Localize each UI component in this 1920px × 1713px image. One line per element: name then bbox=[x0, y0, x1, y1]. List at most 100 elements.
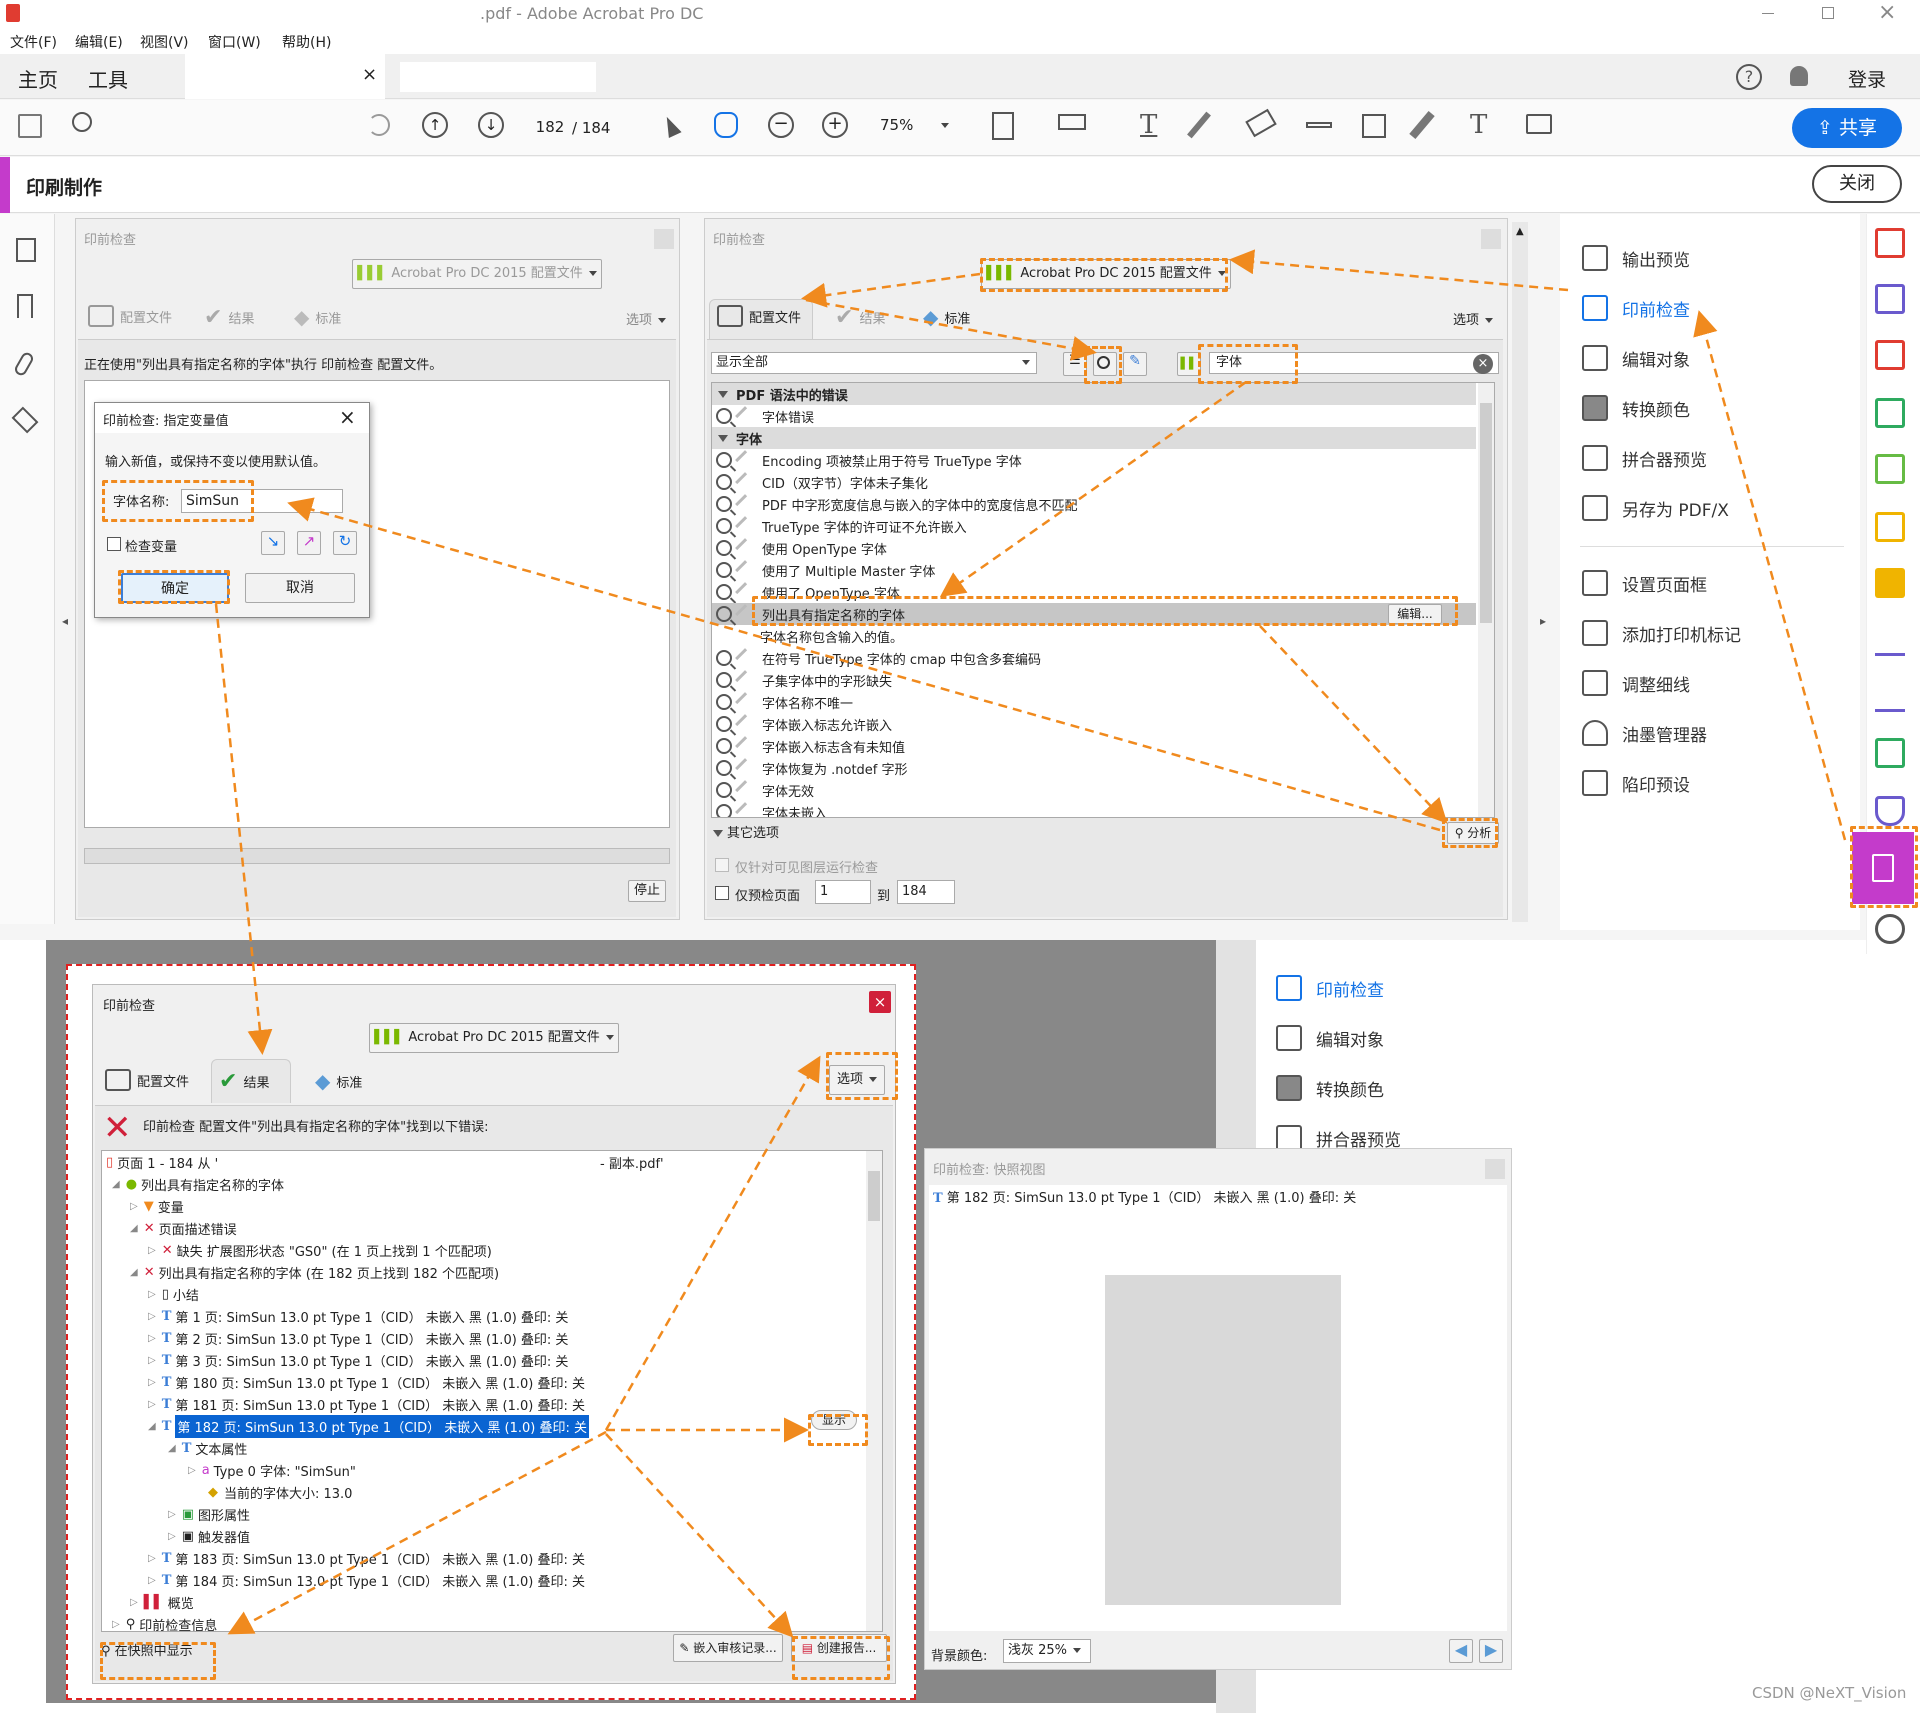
pencil-icon[interactable] bbox=[1187, 111, 1211, 139]
restore-icon[interactable] bbox=[1822, 7, 1834, 19]
bell-icon[interactable] bbox=[1790, 66, 1808, 86]
more-tools-icon[interactable] bbox=[1875, 914, 1905, 944]
font-name-input[interactable]: SimSun bbox=[181, 489, 343, 513]
tool-output-preview[interactable]: 输出预览 bbox=[1582, 245, 1690, 271]
tool-trap-presets[interactable]: 陷印预设 bbox=[1582, 770, 1690, 796]
tab-results[interactable]: ✔ 结果 bbox=[219, 1069, 269, 1094]
organize-icon[interactable] bbox=[1875, 340, 1905, 370]
save-icon[interactable] bbox=[18, 114, 42, 138]
embed-audit-button[interactable]: ✎ 嵌入审核记录... bbox=[673, 1634, 783, 1662]
zoom-in-icon[interactable]: + bbox=[822, 112, 848, 138]
list-item[interactable]: 字体错误 bbox=[712, 405, 1494, 427]
combine-icon[interactable] bbox=[1875, 284, 1905, 314]
list-item[interactable]: CID（双字节）字体未子集化 bbox=[712, 471, 1494, 493]
tool-convert-colors-2[interactable]: 转换颜色 bbox=[1276, 1075, 1384, 1101]
protect-icon[interactable] bbox=[1875, 796, 1905, 826]
sign-icon[interactable] bbox=[1875, 626, 1905, 656]
text-tool-icon[interactable]: T bbox=[1140, 110, 1157, 140]
tab-document[interactable] bbox=[185, 54, 385, 99]
share-button[interactable]: ⇪ 共享 bbox=[1792, 108, 1902, 148]
menu-window[interactable]: 窗口(W) bbox=[208, 32, 261, 52]
tree-row[interactable]: ◢ ✕ 页面描述错误 bbox=[130, 1217, 237, 1239]
profile-button[interactable]: ▌▌▌ Acrobat Pro DC 2015 配置文件 bbox=[369, 1023, 619, 1053]
tree-row[interactable]: ▷ T 第 181 页: SimSun 13.0 pt Type 1（CID） 未嵌… bbox=[148, 1393, 585, 1415]
left-collapse-icon[interactable]: ◂ bbox=[62, 614, 68, 628]
tree-row[interactable]: ▷ ▣ 图形属性 bbox=[168, 1503, 250, 1525]
tree-row[interactable]: ▷ T 第 1 页: SimSun 13.0 pt Type 1（CID） 未嵌入 … bbox=[148, 1305, 568, 1327]
options-menu[interactable]: 选项 bbox=[829, 1065, 885, 1095]
tree-row[interactable]: ▷ ▌▌ 概览 bbox=[130, 1591, 194, 1613]
visible-layers-checkbox[interactable] bbox=[715, 858, 729, 872]
tab-results[interactable]: ✔ 结果 bbox=[204, 305, 254, 330]
type-icon[interactable]: T bbox=[1470, 110, 1487, 140]
list-item[interactable]: Encoding 项被禁止用于符号 TrueType 字体 bbox=[712, 449, 1494, 471]
help-icon[interactable]: ? bbox=[1736, 64, 1762, 90]
tab-profiles[interactable]: 配置文件 bbox=[105, 1069, 189, 1091]
tree-row[interactable]: ▷ ⚲ 印前检查信息 bbox=[112, 1613, 217, 1632]
list-item[interactable]: 使用了 OpenType 字体 bbox=[712, 581, 1494, 603]
dialog-close-icon[interactable]: × bbox=[339, 405, 356, 429]
pointer-tool-icon[interactable] bbox=[660, 113, 682, 139]
tool-fix-hairlines[interactable]: 调整细线 bbox=[1582, 670, 1690, 696]
next-page-icon[interactable]: ↓ bbox=[478, 112, 504, 138]
group-header[interactable]: 字体 bbox=[712, 427, 1476, 449]
tab-tools[interactable]: 工具 bbox=[88, 64, 128, 93]
active-tool-tile[interactable] bbox=[1852, 832, 1914, 904]
list-item[interactable]: 字体嵌入标志允许嵌入 bbox=[712, 713, 1494, 735]
list-item[interactable]: 子集字体中的字形缺失 bbox=[712, 669, 1494, 691]
eraser-icon[interactable] bbox=[1245, 108, 1277, 138]
tree-row[interactable]: ◢ T 文本属性 bbox=[168, 1437, 247, 1459]
options-menu[interactable]: 选项 bbox=[1453, 309, 1494, 328]
list-item[interactable]: 字体恢复为 .notdef 字形 bbox=[712, 757, 1494, 779]
snapshot-next-button[interactable]: ▶ bbox=[1479, 1639, 1503, 1663]
pages-icon[interactable] bbox=[16, 238, 36, 262]
wrench-icon[interactable]: ✎ bbox=[1123, 352, 1147, 376]
menu-file[interactable]: 文件(F) bbox=[10, 32, 57, 52]
snapshot-close-box[interactable] bbox=[1485, 1159, 1505, 1179]
tab-profiles[interactable]: 配置文件 bbox=[717, 305, 801, 327]
tree-scrollbar[interactable] bbox=[866, 1151, 882, 1631]
tab-close-icon[interactable]: × bbox=[362, 64, 377, 85]
zoom-out-icon[interactable]: − bbox=[768, 112, 794, 138]
bookmark-icon[interactable] bbox=[17, 294, 33, 318]
to-page-input[interactable]: 184 bbox=[897, 880, 955, 904]
list-item[interactable]: 字体未嵌入 bbox=[712, 801, 1494, 817]
attachment-icon[interactable] bbox=[12, 350, 36, 378]
edit-button[interactable]: 编辑... bbox=[1388, 604, 1442, 624]
list-item[interactable]: 在符号 TrueType 字体的 cmap 中包含多套编码 bbox=[712, 647, 1494, 669]
edit-pdf-icon[interactable] bbox=[1875, 512, 1905, 542]
from-page-input[interactable]: 1 bbox=[815, 880, 871, 904]
tree-row-selected[interactable]: ◢ T 第 182 页: SimSun 13.0 pt Type 1（CID） 未嵌… bbox=[148, 1414, 589, 1438]
create-pdf-icon[interactable] bbox=[1875, 228, 1905, 258]
tab-standards[interactable]: ◆ 标准 bbox=[315, 1069, 362, 1093]
snapshot-prev-button[interactable]: ◀ bbox=[1449, 1639, 1473, 1663]
comment-icon[interactable] bbox=[1526, 114, 1552, 134]
tree-row[interactable]: ▷ T 第 180 页: SimSun 13.0 pt Type 1（CID） 未嵌… bbox=[148, 1371, 585, 1393]
tool-printer-marks[interactable]: 添加打印机标记 bbox=[1582, 620, 1741, 646]
zoom-select[interactable]: 75% bbox=[880, 116, 960, 140]
tree-row[interactable]: ▷ ▯ 小结 bbox=[148, 1283, 199, 1305]
tab-home[interactable]: 主页 bbox=[18, 64, 58, 93]
search-input[interactable]: 字体 bbox=[1209, 352, 1499, 374]
search-icon[interactable] bbox=[72, 112, 92, 132]
list-item[interactable]: 使用了 Multiple Master 字体 bbox=[712, 559, 1494, 581]
cancel-button[interactable]: 取消 bbox=[245, 573, 355, 603]
tool-edit-object-2[interactable]: 编辑对象 bbox=[1276, 1025, 1384, 1051]
tree-row[interactable]: ▷ ▼ 变量 bbox=[130, 1195, 184, 1217]
tree-row[interactable]: ▷ ✕ 缺失 扩展图形状态 "GS0" (在 1 页上找到 1 个匹配项) bbox=[148, 1239, 492, 1261]
tree-row[interactable]: ▷ T 第 183 页: SimSun 13.0 pt Type 1（CID） 未嵌… bbox=[148, 1547, 585, 1569]
clear-search-icon[interactable]: × bbox=[1473, 354, 1493, 374]
panel-close-box[interactable] bbox=[654, 229, 674, 249]
bg-color-select[interactable]: 浅灰 25% bbox=[1003, 1639, 1091, 1663]
close-window-icon[interactable]: × bbox=[1878, 0, 1896, 25]
stop-button[interactable]: 停止 bbox=[628, 880, 666, 902]
tab-results[interactable]: ✔ 结果 bbox=[835, 305, 885, 330]
filter-select[interactable]: 显示全部 bbox=[711, 352, 1037, 374]
panel-close-box[interactable] bbox=[1481, 229, 1501, 249]
tree-row[interactable]: ▷ T 第 3 页: SimSun 13.0 pt Type 1（CID） 未嵌入 … bbox=[148, 1349, 568, 1371]
page-number-input[interactable]: 182 bbox=[530, 114, 570, 140]
fill-sign-icon[interactable] bbox=[1875, 682, 1905, 712]
hand-tool-icon[interactable] bbox=[714, 112, 738, 138]
tree-row[interactable]: ▷ T 第 184 页: SimSun 13.0 pt Type 1（CID） 未嵌… bbox=[148, 1569, 585, 1591]
prev-page-icon[interactable]: ↑ bbox=[422, 112, 448, 138]
